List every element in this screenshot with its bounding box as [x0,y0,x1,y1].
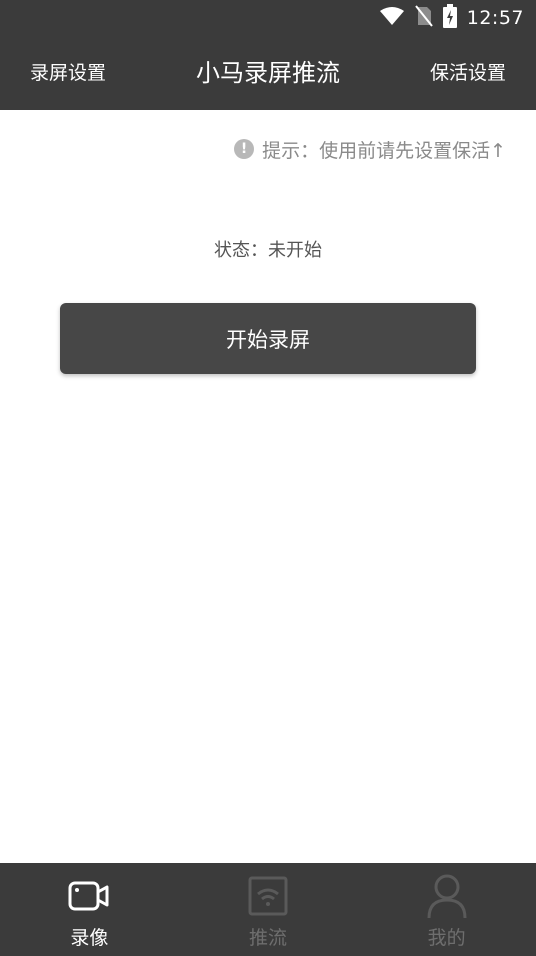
wifi-stream-icon [248,873,288,919]
nav-item-record[interactable]: 录像 [0,863,179,956]
bottom-nav: 录像 推流 我的 [0,863,536,956]
keep-alive-settings-button[interactable]: 保活设置 [430,36,506,110]
wifi-signal-icon [379,6,405,30]
nav-label-mine: 我的 [427,927,466,949]
hint-text: 提示：使用前请先设置保活↑ [262,139,506,162]
start-recording-button[interactable]: 开始录屏 [60,303,476,374]
recording-status: 状态：未开始 [214,240,322,261]
video-camera-icon [67,873,111,919]
start-recording-label: 开始录屏 [226,327,310,352]
hint-banner: ! 提示：使用前请先设置保活↑ [234,134,506,164]
person-icon [426,873,468,919]
nav-label-stream: 推流 [249,927,288,949]
no-sim-icon [414,5,433,31]
status-icons: 12:57 [379,0,524,36]
nav-label-record: 录像 [70,927,109,949]
clock-time: 12:57 [466,7,524,29]
status-bar: 12:57 [0,0,536,36]
app-bar: 录屏设置 小马录屏推流 保活设置 [0,36,536,110]
info-exclamation-icon: ! [234,139,255,159]
nav-item-mine[interactable]: 我的 [357,863,536,956]
battery-charging-icon [442,4,457,32]
nav-item-stream[interactable]: 推流 [179,863,358,956]
